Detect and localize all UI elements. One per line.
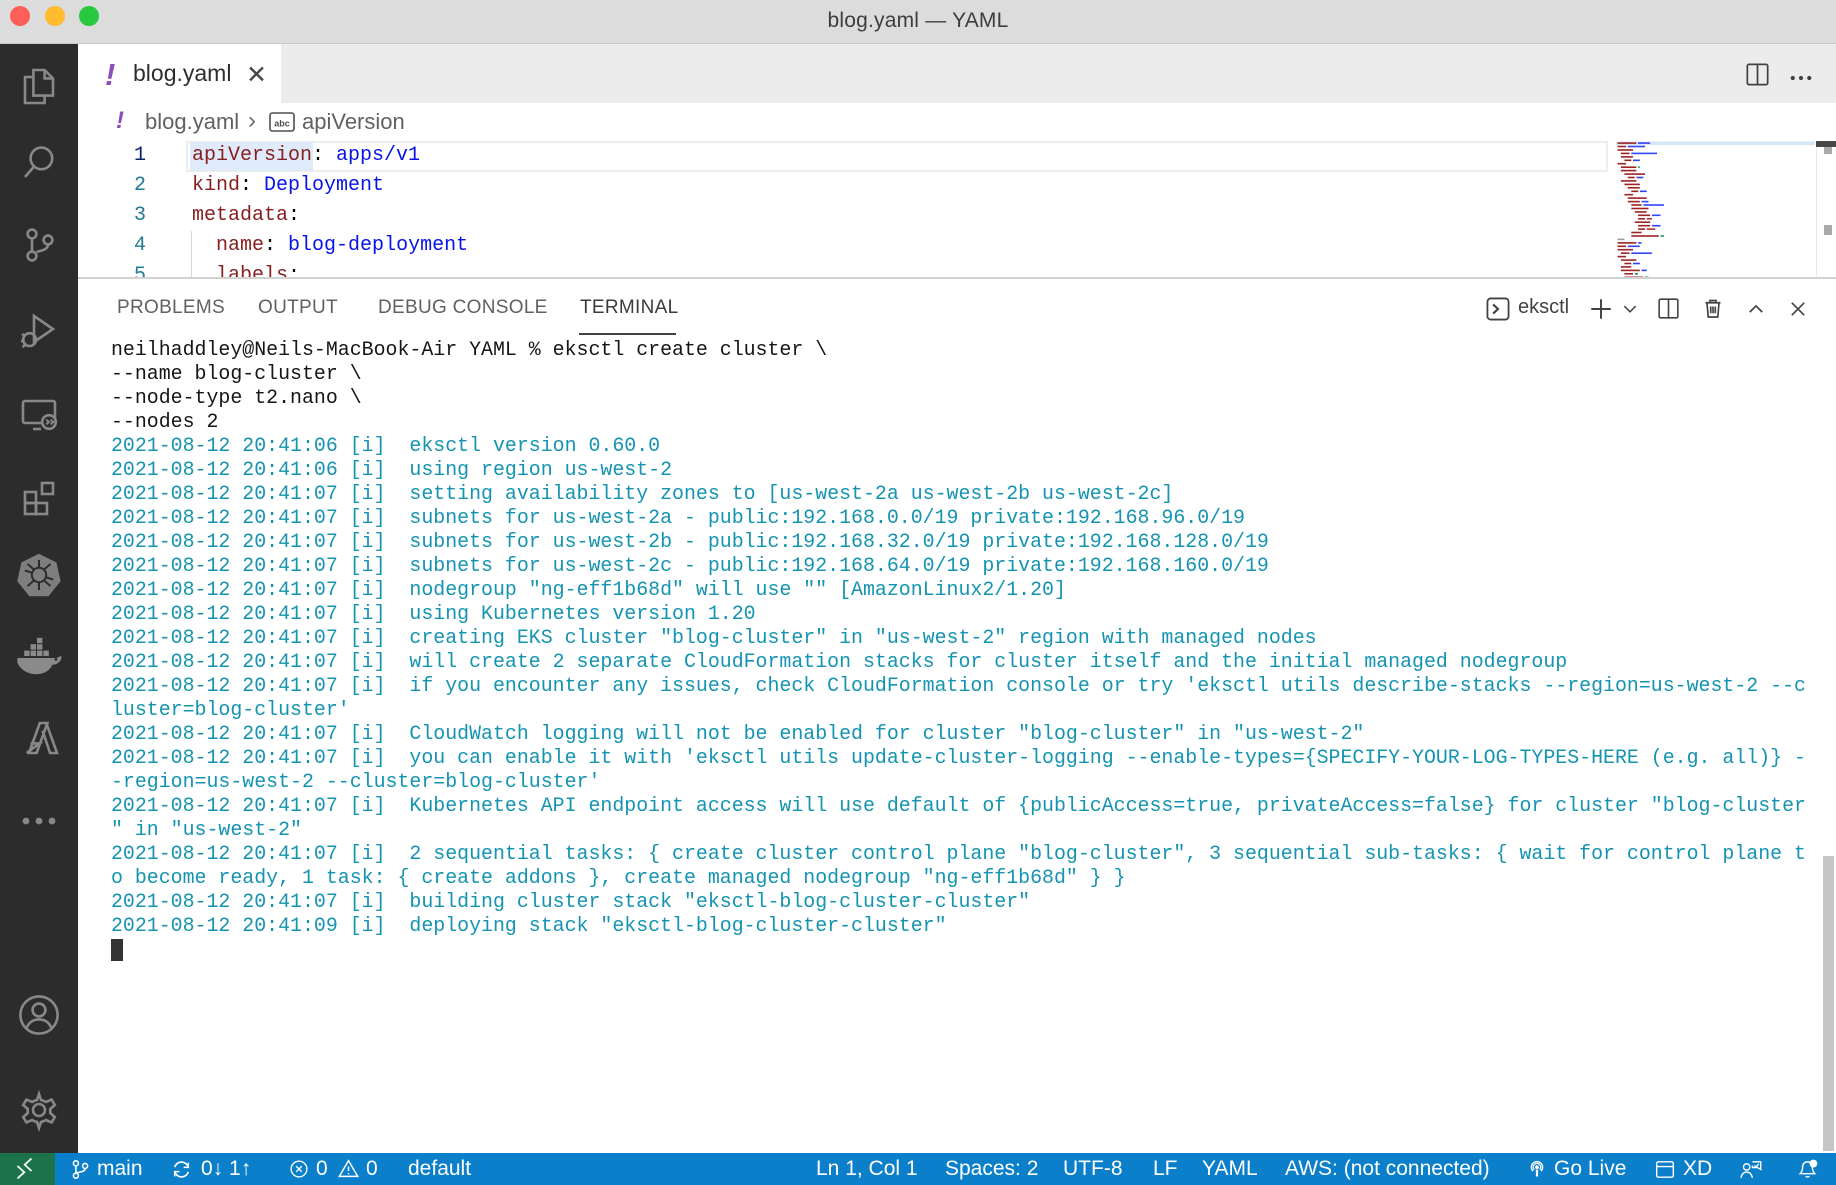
svg-text:abc: abc — [274, 119, 290, 129]
